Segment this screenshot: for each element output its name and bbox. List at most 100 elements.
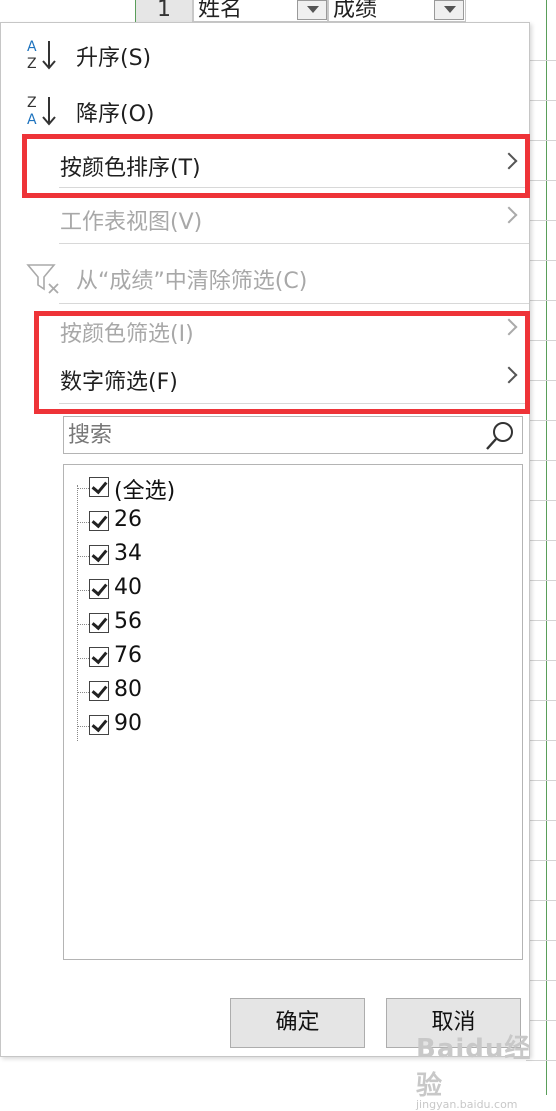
tree-connector [77,556,89,557]
menu-item-clear-filter: 从“成绩”中清除筛选(C) [1,252,529,302]
tree-connector [77,624,89,625]
menu-separator [59,187,529,188]
menu-separator [59,303,529,304]
sort-descending-label: 降序(O) [76,102,155,127]
row-line [526,540,556,541]
row-line [526,860,556,861]
row-line [526,780,556,781]
filter-dropdown-name[interactable] [297,0,327,20]
svg-text:A: A [27,112,37,128]
chevron-right-icon [500,206,518,224]
menu-item-filter-by-color: 按颜色筛选(I) [1,305,529,355]
clear-filter-icon [26,264,59,294]
list-item-label: 76 [114,643,142,668]
chevron-right-icon [500,152,518,170]
checkbox[interactable] [89,545,109,565]
value-checklist[interactable]: (全选) 26 34 40 56 76 80 90 [63,464,523,960]
list-item-label: 80 [114,677,142,702]
sort-descending-icon: Z A [27,95,56,128]
row-line [526,260,556,261]
header-cell-score-text: 成绩 [333,0,378,22]
search-input[interactable] [66,419,480,451]
filter-dropdown-score[interactable] [434,0,464,20]
row-line [526,140,556,141]
list-item[interactable]: 80 [77,675,497,709]
row-line [526,420,556,421]
tree-connector [77,726,89,727]
svg-text:A: A [27,39,37,55]
row-line [526,940,556,941]
checkbox[interactable] [89,647,109,667]
list-item-label: 90 [114,711,142,736]
watermark-sub: jingyan.baidu.com [416,1098,518,1111]
row-line [526,740,556,741]
filter-by-color-label: 按颜色筛选(I) [60,322,194,347]
menu-item-sort-descending[interactable]: Z A 降序(O) [1,85,529,135]
list-item-label: 26 [114,507,142,532]
tree-connector [77,658,89,659]
search-icon[interactable] [484,420,516,452]
menu-item-sort-ascending[interactable]: A Z 升序(S) [1,29,529,79]
svg-text:Z: Z [27,95,37,111]
row-line [526,820,556,821]
checkbox[interactable] [89,477,109,497]
list-item[interactable]: 40 [77,573,497,607]
sheet-view-label: 工作表视图(V) [60,210,203,235]
ok-button[interactable]: 确定 [230,998,365,1048]
list-item[interactable]: 76 [77,641,497,675]
sort-ascending-label: 升序(S) [76,46,152,71]
list-item-label: 56 [114,609,142,634]
header-cell-name-text: 姓名 [198,0,243,22]
list-item-label: 40 [114,575,142,600]
row-line [526,380,556,381]
tree-connector [77,522,89,523]
menu-item-sheet-view: 工作表视图(V) [1,193,529,243]
tree-connector [77,692,89,693]
number-filter-label: 数字筛选(F) [60,370,178,395]
row-line [526,180,556,181]
search-box[interactable] [63,416,523,454]
row-line [526,60,556,61]
row-line [526,460,556,461]
chevron-right-icon [500,318,518,336]
row-number[interactable]: 1 [136,0,193,22]
checkbox[interactable] [89,579,109,599]
list-item[interactable]: 26 [77,505,497,539]
list-item-label: (全选) [114,479,176,504]
watermark-text: Baidu经验 [416,1034,532,1101]
clear-filter-label: 从“成绩”中清除筛选(C) [76,269,308,294]
tree-connector [77,488,89,489]
checkbox[interactable] [89,511,109,531]
row-line [526,340,556,341]
row-line [526,900,556,901]
menu-separator [59,243,529,244]
row-line [526,980,556,981]
list-item-label: 34 [114,541,142,566]
autofilter-menu: A Z 升序(S) Z A 降序(O) 按颜色排序(T) 工作表视图(V) 从“… [0,22,530,1057]
select-all-item[interactable]: (全选) [77,471,497,505]
row-line [526,100,556,101]
row-line [526,220,556,221]
row-line [526,700,556,701]
row-line [526,660,556,661]
baidu-watermark: Baidu经验 jingyan.baidu.com [416,1028,556,1111]
list-item[interactable]: 56 [77,607,497,641]
column-divider [546,0,547,1095]
sort-ascending-icon: A Z [27,39,56,72]
svg-text:Z: Z [27,56,37,72]
row-line [526,580,556,581]
checkbox[interactable] [89,681,109,701]
sort-by-color-label: 按颜色排序(T) [60,156,201,181]
row-line [526,1020,556,1021]
menu-item-sort-by-color[interactable]: 按颜色排序(T) [1,139,529,189]
checkbox[interactable] [89,715,109,735]
menu-separator [59,403,529,404]
row-line [526,300,556,301]
tree-connector [77,590,89,591]
chevron-right-icon [500,366,518,384]
menu-item-number-filter[interactable]: 数字筛选(F) [1,353,529,403]
list-item[interactable]: 90 [77,709,497,743]
row-line [526,500,556,501]
list-item[interactable]: 34 [77,539,497,573]
checkbox[interactable] [89,613,109,633]
